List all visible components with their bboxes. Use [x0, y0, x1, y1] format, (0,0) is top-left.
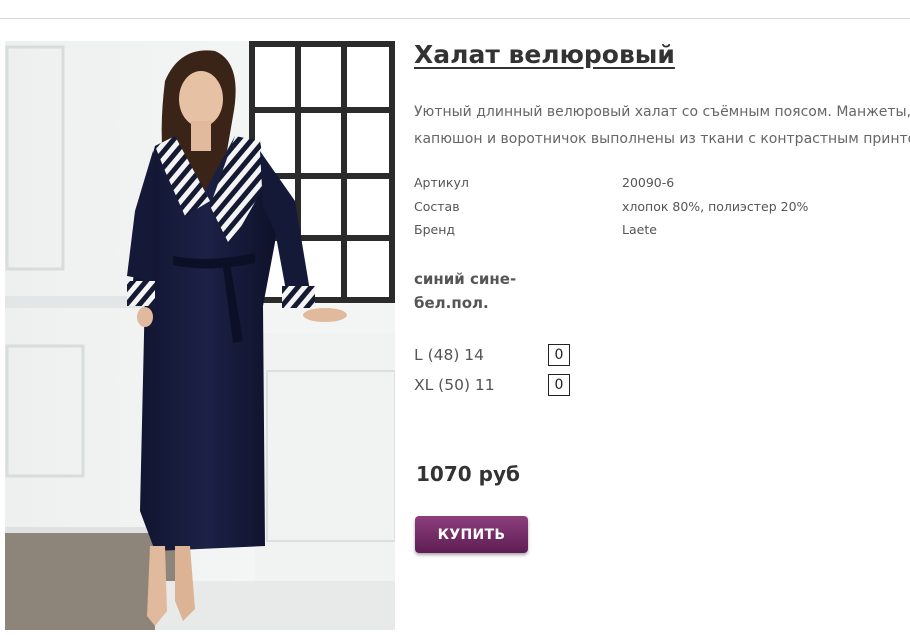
spec-label: Состав — [414, 198, 460, 214]
spec-value: 20090-6 — [622, 175, 675, 190]
product-photo — [5, 41, 395, 630]
product-specs: Артикул 20090-6 Состав хлопок 80%, полиэ… — [414, 175, 894, 246]
size-label: XL (50) 11 — [414, 376, 495, 394]
spec-row-brand: Бренд Laete — [414, 222, 894, 246]
spec-label: Артикул — [414, 175, 469, 190]
spec-value: Laete — [622, 222, 657, 237]
spec-row-article: Артикул 20090-6 — [414, 175, 894, 199]
buy-button[interactable]: КУПИТЬ — [415, 516, 528, 553]
product-color: синий сине- бел.пол. — [414, 267, 534, 315]
size-quantity-input[interactable] — [548, 374, 570, 396]
size-label: L (48) 14 — [414, 346, 485, 364]
spec-label: Бренд — [414, 222, 456, 237]
product-price: 1070 руб — [416, 462, 520, 486]
top-divider — [0, 18, 910, 19]
size-quantity-input[interactable] — [548, 344, 570, 366]
description-line: капюшон и воротничок выполнены из ткани … — [414, 131, 910, 147]
color-line: синий сине- — [414, 270, 517, 288]
product-title: Халат велюровый — [414, 40, 675, 69]
spec-row-composition: Состав хлопок 80%, полиэстер 20% — [414, 199, 894, 223]
description-line: Уютный длинный велюровый халат со съёмны… — [414, 104, 910, 120]
size-row-l: L (48) 14 — [414, 344, 614, 368]
size-row-xl: XL (50) 11 — [414, 374, 614, 398]
color-line: бел.пол. — [414, 294, 489, 312]
product-description: Уютный длинный велюровый халат со съёмны… — [414, 99, 910, 153]
spec-value: хлопок 80%, полиэстер 20% — [622, 198, 809, 214]
